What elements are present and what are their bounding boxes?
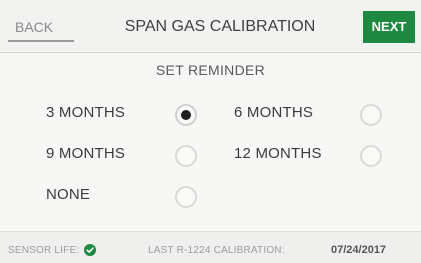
option-label-6-months: 6 MONTHS [234, 104, 314, 121]
radio-selected-dot [181, 110, 191, 120]
radio-6-months[interactable] [360, 104, 382, 126]
check-circle-icon [84, 244, 96, 256]
next-button[interactable]: NEXT [363, 11, 415, 43]
status-footer: SENSOR LIFE: LAST R-1224 CALIBRATION: 07… [0, 231, 421, 263]
back-button-underline [8, 40, 74, 42]
sensor-life-label: SENSOR LIFE: [8, 245, 80, 256]
header-divider [0, 52, 421, 53]
radio-9-months[interactable] [175, 145, 197, 167]
back-button[interactable]: BACK [9, 14, 69, 40]
option-label-3-months: 3 MONTHS [46, 104, 126, 121]
page-title: SPAN GAS CALIBRATION [124, 18, 316, 35]
last-calibration-date: 07/24/2017 [331, 244, 387, 256]
radio-none[interactable] [175, 186, 197, 208]
option-label-none: NONE [46, 186, 91, 203]
calibration-screen: BACK SPAN GAS CALIBRATION NEXT SET REMIN… [0, 0, 421, 263]
header-bar: BACK SPAN GAS CALIBRATION NEXT [0, 0, 421, 52]
option-label-12-months: 12 MONTHS [234, 145, 322, 162]
radio-12-months[interactable] [360, 145, 382, 167]
radio-3-months[interactable] [175, 104, 197, 126]
last-calibration-label: LAST R-1224 CALIBRATION: [148, 245, 285, 256]
section-heading: SET REMINDER [155, 62, 266, 78]
option-label-9-months: 9 MONTHS [46, 145, 126, 162]
